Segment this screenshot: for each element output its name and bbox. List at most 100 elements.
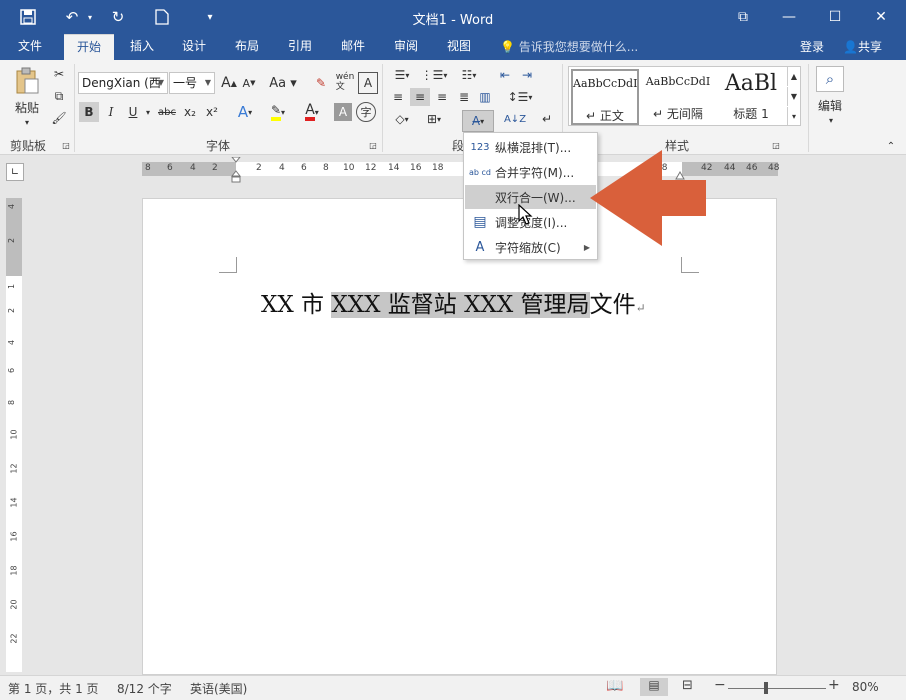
share-button[interactable]: 👤共享 <box>843 38 882 55</box>
format-painter-icon[interactable]: 🖌 <box>50 109 68 127</box>
clear-formatting-icon[interactable]: ✎ <box>310 72 332 94</box>
borders-icon[interactable]: ⊞ ▾ <box>420 110 448 128</box>
indent-marker-icon[interactable] <box>230 156 242 183</box>
copy-icon[interactable]: ⧉ <box>50 87 68 105</box>
styles-more-icon[interactable]: ▾ <box>787 107 800 125</box>
styles-launcher-icon[interactable]: ◲ <box>771 140 781 150</box>
font-group-label: 字体 <box>206 139 231 153</box>
grow-font-icon[interactable]: A ▲ <box>220 72 238 94</box>
text-effects-icon[interactable]: A ▾ <box>232 102 258 122</box>
maximize-button[interactable]: ☐ <box>812 0 858 34</box>
tab-insert[interactable]: 插入 <box>120 34 164 60</box>
page-count[interactable]: 第 1 页，共 1 页 <box>8 680 99 697</box>
close-button[interactable]: ✕ <box>858 0 904 34</box>
tab-mailings[interactable]: 邮件 <box>331 34 375 60</box>
line-spacing-icon[interactable]: ↕☰ ▾ <box>506 88 534 106</box>
document-page[interactable]: XX 市 XXX 监督站 XXX 管理局文件↵ <box>142 198 777 675</box>
bold-button[interactable]: B <box>79 102 99 122</box>
distributed-icon[interactable]: ▥ <box>476 88 494 106</box>
font-color-icon[interactable]: A ▾ <box>298 102 326 122</box>
font-name-combo[interactable]: DengXian (西 ▼ <box>78 72 168 94</box>
print-layout-icon[interactable]: ▤ <box>640 678 668 696</box>
align-center-icon[interactable]: ≡ <box>410 88 430 106</box>
sort-icon[interactable]: A↓Z <box>504 110 526 128</box>
login-link[interactable]: 登录 <box>800 38 824 55</box>
tab-review[interactable]: 审阅 <box>384 34 428 60</box>
vertical-ruler[interactable]: 4 2 1 2 4 6 8 10 12 14 16 18 20 22 <box>6 198 22 672</box>
enclose-characters-icon[interactable]: 字 <box>356 102 376 122</box>
strikethrough-button[interactable]: abc <box>156 102 178 122</box>
menu-item-combine-characters[interactable]: ab cd 合并字符(M)... <box>465 160 596 184</box>
bullets-icon[interactable]: ☰ ▾ <box>388 66 416 84</box>
tab-view[interactable]: 视图 <box>437 34 481 60</box>
divider <box>382 64 383 152</box>
shrink-font-icon[interactable]: A ▼ <box>240 72 258 94</box>
zoom-slider[interactable] <box>728 688 826 689</box>
styles-up-icon[interactable]: ▲ <box>787 67 800 86</box>
underline-dropdown-icon[interactable]: ▾ <box>143 106 153 118</box>
editing-button[interactable]: 编辑 <box>812 96 848 114</box>
phonetic-guide-icon[interactable]: wén 文 <box>334 70 356 94</box>
paste-button[interactable]: 粘贴 <box>8 98 46 116</box>
highlight-color-icon[interactable]: ✎ ▾ <box>264 102 292 122</box>
pointer-arrow-icon <box>590 150 708 246</box>
superscript-button[interactable]: x² <box>202 102 222 122</box>
italic-button[interactable]: I <box>101 102 121 122</box>
style-no-spacing[interactable]: AaBbCcDdI ↵ 无间隔 <box>643 69 713 125</box>
web-layout-icon[interactable]: ⊟ <box>682 678 693 693</box>
menu-item-vertical-in-horizontal[interactable]: 123 纵横混排(T)... <box>465 135 596 159</box>
multilevel-list-icon[interactable]: ☷ ▾ <box>454 66 484 84</box>
clipboard-launcher-icon[interactable]: ◲ <box>61 140 71 150</box>
style-normal[interactable]: AaBbCcDdI ↵ 正文 <box>571 69 639 125</box>
document-text[interactable]: XX 市 XXX 监督站 XXX 管理局文件↵ <box>261 285 646 319</box>
font-launcher-icon[interactable]: ◲ <box>368 140 378 150</box>
clipboard-icon[interactable] <box>8 66 46 96</box>
zoom-slider-thumb[interactable] <box>764 682 769 694</box>
collapse-ribbon-icon[interactable]: ⌃ <box>884 140 898 152</box>
tab-layout[interactable]: 布局 <box>225 34 269 60</box>
styles-down-icon[interactable]: ▼ <box>787 87 800 106</box>
decrease-indent-icon[interactable]: ⇤ <box>496 66 514 84</box>
tab-home[interactable]: 开始 <box>64 34 114 60</box>
subscript-button[interactable]: x₂ <box>180 102 200 122</box>
increase-indent-icon[interactable]: ⇥ <box>518 66 536 84</box>
search-icon[interactable]: ⌕ <box>816 66 844 92</box>
zoom-out-icon[interactable]: − <box>714 677 726 693</box>
vruler-tick: 1 <box>7 283 17 290</box>
change-case-icon[interactable]: Aa ▾ <box>268 72 298 94</box>
numbering-icon[interactable]: ⋮☰ ▾ <box>420 66 448 84</box>
editing-dropdown-icon[interactable]: ▾ <box>826 114 836 126</box>
character-shading-icon[interactable]: A <box>334 103 352 121</box>
language-status[interactable]: 英语(美国) <box>190 680 247 697</box>
tab-selector-icon[interactable]: ∟ <box>6 163 24 181</box>
word-count[interactable]: 8/12 个字 <box>117 680 172 697</box>
zoom-level[interactable]: 80% <box>852 680 879 694</box>
menu-item-character-scaling[interactable]: A 字符缩放(C) ▶ <box>465 235 596 259</box>
ruler-tick: 6 <box>301 163 307 173</box>
minimize-button[interactable]: — <box>766 0 812 34</box>
read-mode-icon[interactable]: 📖 <box>606 678 623 694</box>
zoom-in-icon[interactable]: + <box>828 677 840 693</box>
paste-dropdown-icon[interactable]: ▾ <box>20 116 34 128</box>
justify-icon[interactable]: ≣ <box>454 88 474 106</box>
tab-file[interactable]: 文件 <box>8 34 52 60</box>
title-bar: ↶ ▾ ↻ ▾ 文档1 - Word ⧉ — ☐ ✕ <box>0 0 906 34</box>
align-left-icon[interactable]: ≡ <box>388 88 408 106</box>
tab-design[interactable]: 设计 <box>172 34 216 60</box>
show-marks-icon[interactable]: ↵ <box>538 110 556 128</box>
style-heading1[interactable]: AaBl 标题 1 <box>717 69 785 125</box>
chevron-down-icon: ▼ <box>157 78 164 87</box>
tell-me-box[interactable]: 💡 告诉我您想要做什么... <box>500 38 638 55</box>
tab-references[interactable]: 引用 <box>278 34 322 60</box>
font-size-combo[interactable]: 一号 ▼ <box>169 72 215 94</box>
cut-icon[interactable]: ✂ <box>50 65 68 83</box>
vruler-tick: 12 <box>9 463 19 474</box>
character-border-icon[interactable]: A <box>358 72 378 94</box>
ribbon-display-icon[interactable]: ⧉ <box>720 0 766 34</box>
underline-button[interactable]: U <box>123 102 143 122</box>
shading-icon[interactable]: ◇ ▾ <box>388 110 416 128</box>
asian-layout-icon[interactable]: A̶ ▾ <box>462 110 494 132</box>
ruler-tick: 16 <box>410 163 422 173</box>
vruler-tick: 14 <box>9 497 19 508</box>
align-right-icon[interactable]: ≡ <box>432 88 452 106</box>
